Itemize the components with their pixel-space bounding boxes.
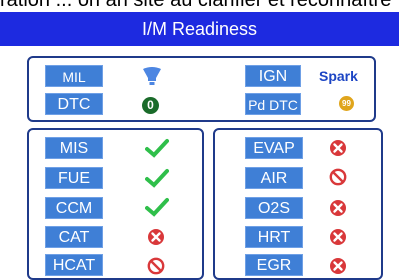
dtc-count: 0 <box>147 98 154 112</box>
check-icon <box>145 138 169 163</box>
monitor-label: EGR <box>245 254 303 276</box>
not-supported-icon <box>329 168 347 191</box>
monitor-label: O2S <box>245 197 303 219</box>
monitor-label: HCAT <box>45 254 103 276</box>
x-circle-icon <box>147 228 165 251</box>
x-circle-icon <box>329 139 347 162</box>
x-circle-icon <box>329 228 347 251</box>
monitor-label: AIR <box>245 167 303 189</box>
monitor-label: EVAP <box>245 137 303 159</box>
ign-label: IGN <box>245 65 301 87</box>
pd-dtc-count-badge: 99 <box>339 96 354 111</box>
dtc-label: DTC <box>45 93 103 115</box>
left-monitor-panel: MIS FUE CCM CAT HCAT <box>27 128 204 280</box>
page-title: I/M Readiness <box>0 12 399 46</box>
monitor-label: CCM <box>45 197 103 219</box>
monitor-label: CAT <box>45 226 103 248</box>
dtc-count-badge: 0 <box>142 97 159 114</box>
pd-dtc-label: Pd DTC <box>245 93 301 115</box>
ign-value: Spark <box>319 68 358 84</box>
check-icon <box>145 197 169 222</box>
right-monitor-panel: EVAP AIR O2S HRT EGR <box>213 128 383 280</box>
monitor-label: MIS <box>45 137 103 159</box>
mil-label: MIL <box>45 65 103 87</box>
pd-dtc-count: 99 <box>342 99 351 108</box>
mil-lamp-icon <box>141 66 163 91</box>
monitor-label: FUE <box>45 167 103 189</box>
x-circle-icon <box>329 199 347 222</box>
status-panel: MIL IGN Spark DTC 0 Pd DTC 99 <box>27 56 376 122</box>
check-icon <box>145 168 169 193</box>
monitor-label: HRT <box>245 226 303 248</box>
